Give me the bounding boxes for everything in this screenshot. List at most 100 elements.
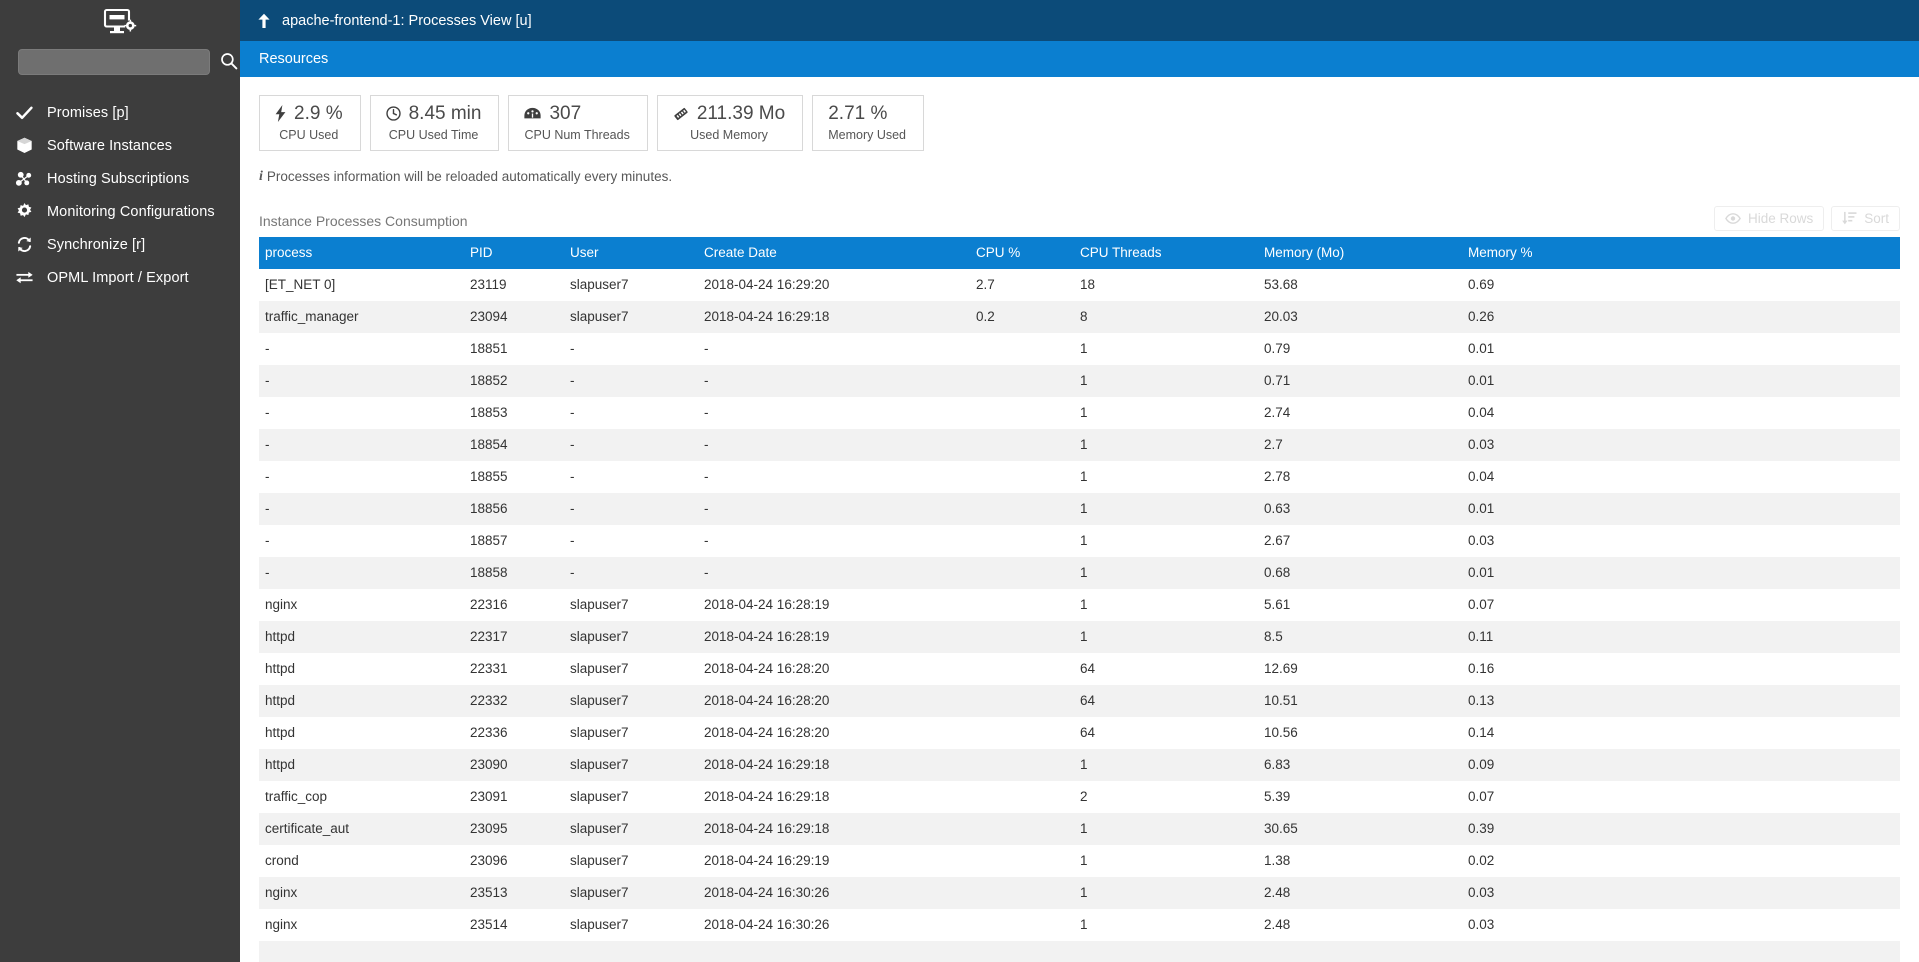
search-input[interactable] xyxy=(18,49,210,75)
search-button[interactable] xyxy=(220,52,238,73)
cell-memory-mo: 12.69 xyxy=(1264,661,1298,677)
cell-memory-mo: 2.78 xyxy=(1264,469,1291,485)
table-row[interactable]: httpd 22317 slapuser7 2018-04-24 16:28:19 1 8… xyxy=(259,620,1900,653)
cell-cpu-pct xyxy=(970,621,1074,653)
table-row[interactable]: - 18855 - - 1 2.78 0.04 xyxy=(259,460,1900,493)
cell-create-date: - xyxy=(704,501,709,517)
table-row[interactable]: httpd 22331 slapuser7 2018-04-24 16:28:20 64… xyxy=(259,652,1900,685)
column-header-cpu-pct[interactable]: CPU % xyxy=(970,237,1074,269)
cell-create-date: 2018-04-24 16:30:26 xyxy=(704,885,830,901)
table-caption: Instance Processes Consumption xyxy=(259,212,468,229)
table-row[interactable]: - 18856 - - 1 0.63 0.01 xyxy=(259,492,1900,525)
tachometer-icon xyxy=(524,107,542,120)
column-header-create-date[interactable]: Create Date xyxy=(698,237,970,269)
cell-user: - xyxy=(570,565,575,581)
cell-memory-mo: 0.63 xyxy=(1264,501,1291,517)
table-row[interactable]: crond 23096 slapuser7 2018-04-24 16:29:19 1 1… xyxy=(259,844,1900,877)
card-value: 8.45 min xyxy=(408,103,482,124)
info-text: Processes information will be reloaded a… xyxy=(266,169,673,185)
refresh-icon xyxy=(14,236,35,253)
cell-cpu-pct xyxy=(970,557,1074,589)
sort-button[interactable]: Sort xyxy=(1831,205,1900,231)
sidebar-item-synchronize[interactable]: Synchronize [r] xyxy=(0,228,240,261)
cell-pid: 23095 xyxy=(470,821,508,837)
column-header-process[interactable]: process xyxy=(259,237,464,269)
sidebar-item-label: Hosting Subscriptions xyxy=(47,170,190,187)
cell-process: nginx xyxy=(265,917,298,933)
processes-table-wrap[interactable]: process PID User Create Date CPU % CPU T… xyxy=(240,236,1919,962)
sidebar-item-monitoring-configurations[interactable]: Monitoring Configurations xyxy=(0,195,240,228)
sidebar-search xyxy=(0,40,240,80)
brand-logo[interactable] xyxy=(0,0,240,40)
column-header-memory-mo[interactable]: Memory (Mo) xyxy=(1258,237,1462,269)
table-row[interactable]: [ET_NET 0] 23119 slapuser7 2018-04-24 16:29… xyxy=(259,268,1900,301)
cell-memory-pct: 0.26 xyxy=(1468,309,1495,325)
arrow-up-icon[interactable] xyxy=(257,13,271,29)
table-row[interactable]: nginx 23514 slapuser7 2018-04-24 16:30:26 1 2… xyxy=(259,908,1900,941)
sidebar-item-promises[interactable]: Promises [p] xyxy=(0,96,240,129)
table-row[interactable] xyxy=(259,940,1900,962)
table-row[interactable]: httpd 23090 slapuser7 2018-04-24 16:29:18 1 6… xyxy=(259,748,1900,781)
table-row[interactable]: - 18853 - - 1 2.74 0.04 xyxy=(259,396,1900,429)
sidebar-item-hosting-subscriptions[interactable]: Hosting Subscriptions xyxy=(0,162,240,195)
cell-cpu-threads: 1 xyxy=(1080,533,1088,549)
clock-icon xyxy=(385,106,401,122)
cell-memory-mo: 2.74 xyxy=(1264,405,1291,421)
cell-create-date: 2018-04-24 16:28:19 xyxy=(704,597,830,613)
cell-user: - xyxy=(570,533,575,549)
cell-process: httpd xyxy=(265,661,296,677)
cell-pid: 23119 xyxy=(470,277,507,293)
card-label: CPU Used Time xyxy=(388,127,479,142)
sort-amount-down-icon xyxy=(1842,211,1857,225)
sidebar-item-software-instances[interactable]: Software Instances xyxy=(0,129,240,162)
cell-cpu-threads: 1 xyxy=(1080,597,1088,613)
hide-rows-button[interactable]: Hide Rows xyxy=(1713,205,1825,231)
column-header-pid[interactable]: PID xyxy=(464,237,564,269)
cell-create-date: - xyxy=(704,533,709,549)
cell-memory-mo: 1.38 xyxy=(1264,853,1291,869)
card-memory-used: 2.71 % Memory Used xyxy=(812,95,925,151)
cell-memory-pct: 0.03 xyxy=(1468,533,1495,549)
sidebar-item-opml-import-export[interactable]: OPML Import / Export xyxy=(0,261,240,294)
table-row[interactable]: nginx 22316 slapuser7 2018-04-24 16:28:19 1 5… xyxy=(259,588,1900,621)
column-header-memory-pct[interactable]: Memory % xyxy=(1462,237,1900,269)
cell-memory-mo: 5.61 xyxy=(1264,597,1291,613)
card-label: CPU Num Threads xyxy=(524,127,630,142)
cell-process: - xyxy=(265,533,270,549)
cell-memory-pct: 0.01 xyxy=(1468,565,1495,581)
cell-cpu-threads: 18 xyxy=(1080,277,1096,293)
cell-process: httpd xyxy=(265,725,296,741)
cell-cpu-pct xyxy=(970,749,1074,781)
cell-cpu-pct: 0.2 xyxy=(976,309,995,325)
table-row[interactable]: certificate_aut 23095 slapuser7 2018-04-24 … xyxy=(259,812,1900,845)
table-row[interactable]: traffic_cop 23091 slapuser7 2018-04-24 16:2… xyxy=(259,780,1900,813)
cell-memory-pct xyxy=(1462,941,1900,962)
table-row[interactable]: httpd 22336 slapuser7 2018-04-24 16:28:20 64… xyxy=(259,716,1900,749)
cell-create-date: - xyxy=(704,373,709,389)
cell-pid: 18855 xyxy=(470,469,508,485)
table-row[interactable]: - 18857 - - 1 2.67 0.03 xyxy=(259,524,1900,557)
memory-icon xyxy=(673,106,689,122)
cell-user: - xyxy=(570,373,575,389)
table-row[interactable]: - 18851 - - 1 0.79 0.01 xyxy=(259,332,1900,365)
cell-user: slapuser7 xyxy=(570,629,629,645)
cell-memory-pct: 0.13 xyxy=(1468,693,1495,709)
cell-cpu-threads: 1 xyxy=(1080,405,1088,421)
card-value: 2.9 % xyxy=(294,103,343,124)
column-header-user[interactable]: User xyxy=(564,237,698,269)
cell-memory-mo: 0.79 xyxy=(1264,341,1291,357)
cell-user: slapuser7 xyxy=(570,917,629,933)
sidebar-nav: Promises [p] Software Instances Hosting … xyxy=(0,96,240,294)
cell-create-date: 2018-04-24 16:29:18 xyxy=(704,821,830,837)
table-row[interactable]: nginx 23513 slapuser7 2018-04-24 16:30:26 1 2… xyxy=(259,876,1900,909)
table-row[interactable]: traffic_manager 23094 slapuser7 2018-04-24 … xyxy=(259,300,1900,333)
cell-memory-pct: 0.39 xyxy=(1468,821,1495,837)
cell-process: httpd xyxy=(265,757,296,773)
cell-cpu-threads: 1 xyxy=(1080,437,1088,453)
table-row[interactable]: - 18858 - - 1 0.68 0.01 xyxy=(259,556,1900,589)
table-row[interactable]: - 18854 - - 1 2.7 0.03 xyxy=(259,428,1900,461)
column-header-cpu-threads[interactable]: CPU Threads xyxy=(1074,237,1258,269)
table-row[interactable]: - 18852 - - 1 0.71 0.01 xyxy=(259,364,1900,397)
card-used-memory: 211.39 Mo Used Memory xyxy=(656,95,804,151)
table-row[interactable]: httpd 22332 slapuser7 2018-04-24 16:28:20 64… xyxy=(259,684,1900,717)
